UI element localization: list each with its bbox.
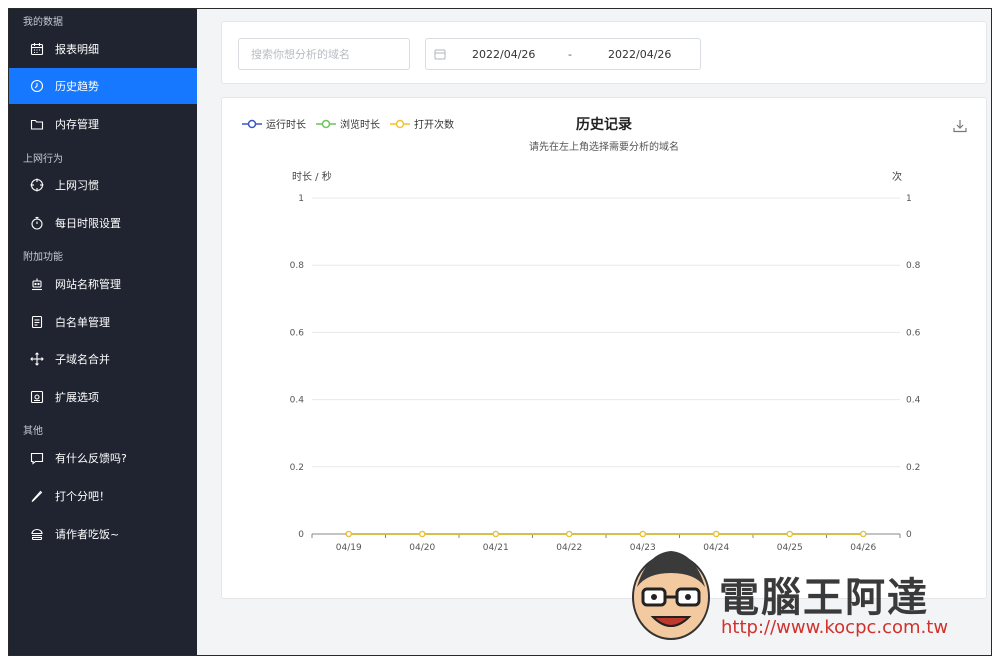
sidebar-item-label: 子域名合并 <box>55 353 110 366</box>
y-tick-label-right: 1 <box>906 194 912 204</box>
burger-icon <box>29 526 45 542</box>
y-tick-label-left: 0.4 <box>290 396 305 406</box>
stopwatch-icon <box>29 215 45 231</box>
data-point <box>566 530 573 538</box>
sidebar-item-label: 历史趋势 <box>55 80 99 93</box>
data-point <box>639 530 646 538</box>
sidebar-item-label: 上网习惯 <box>55 179 99 192</box>
sidebar-item-donate[interactable]: 请作者吃饭~ <box>9 516 197 552</box>
sidebar-item-history-trend[interactable]: 历史趋势 <box>9 68 197 104</box>
date-start[interactable]: 2022/04/26 <box>472 48 542 61</box>
data-point <box>860 530 867 538</box>
main-content: 2022/04/26 - 2022/04/26 运行时长 浏览时长 打开次数 <box>197 9 991 655</box>
sidebar-group-browsing: 上网行为 <box>23 154 63 165</box>
sidebar-item-label: 报表明细 <box>55 43 99 56</box>
y-tick-label-right: 0.6 <box>906 328 921 338</box>
sidebar-item-whitelist[interactable]: 白名单管理 <box>9 304 197 340</box>
sidebar-item-site-name-management[interactable]: 网站名称管理 <box>9 266 197 302</box>
folder-icon <box>29 116 45 132</box>
y-tick-label-left: 0.6 <box>290 328 305 338</box>
comment-icon <box>29 450 45 466</box>
y-tick-label-left: 0.8 <box>290 261 305 271</box>
target-icon <box>29 177 45 193</box>
date-separator: - <box>568 47 572 61</box>
sidebar: 我的数据 报表明细 历史趋势 内存管理 上网行为 上网习惯 每日时限设置 附加功… <box>9 9 197 655</box>
x-tick-label: 04/21 <box>483 543 509 553</box>
sidebar-item-rate[interactable]: 打个分吧！ <box>9 478 197 514</box>
watermark-title: 電腦王阿達 <box>719 575 929 621</box>
x-tick-label: 04/20 <box>409 543 435 553</box>
sidebar-item-label: 打个分吧！ <box>55 490 110 503</box>
data-point <box>492 530 499 538</box>
sidebar-item-subdomain-merge[interactable]: 子域名合并 <box>9 341 197 377</box>
sidebar-item-label: 请作者吃饭~ <box>55 528 120 541</box>
watermark-url: http://www.kocpc.com.tw <box>721 617 949 638</box>
sidebar-group-other: 其他 <box>23 426 43 437</box>
move-icon <box>29 351 45 367</box>
app-window: 我的数据 报表明细 历史趋势 内存管理 上网行为 上网习惯 每日时限设置 附加功… <box>8 8 992 656</box>
robot-icon <box>29 276 45 292</box>
y-tick-label-left: 0.2 <box>290 463 304 473</box>
sidebar-group-my-data: 我的数据 <box>23 17 63 28</box>
x-tick-label: 04/19 <box>336 543 362 553</box>
sidebar-item-feedback[interactable]: 有什么反馈吗? <box>9 440 197 476</box>
sidebar-item-extension-options[interactable]: 扩展选项 <box>9 379 197 415</box>
data-point <box>419 530 426 538</box>
sidebar-item-label: 网站名称管理 <box>55 278 121 291</box>
settings-box-icon <box>29 389 45 405</box>
sidebar-item-browsing-habits[interactable]: 上网习惯 <box>9 167 197 203</box>
y-tick-label-right: 0 <box>906 530 912 540</box>
sidebar-item-daily-limit[interactable]: 每日时限设置 <box>9 205 197 241</box>
watermark: 電腦王阿達 http://www.kocpc.com.tw <box>627 547 967 647</box>
sidebar-item-label: 每日时限设置 <box>55 217 121 230</box>
sidebar-item-label: 白名单管理 <box>55 316 110 329</box>
clock-icon <box>29 78 45 94</box>
y-tick-label-left: 0 <box>298 530 304 540</box>
sidebar-item-report-details[interactable]: 报表明细 <box>9 31 197 67</box>
calendar-icon <box>29 41 45 57</box>
y-tick-label-right: 0.8 <box>906 261 921 271</box>
data-point <box>713 530 720 538</box>
x-tick-label: 04/22 <box>556 543 582 553</box>
y-tick-label-right: 0.2 <box>906 463 920 473</box>
y-tick-label-left: 1 <box>298 194 304 204</box>
sidebar-item-memory-management[interactable]: 内存管理 <box>9 106 197 142</box>
sidebar-item-label: 扩展选项 <box>55 391 99 404</box>
domain-search-input[interactable] <box>238 38 410 70</box>
pen-icon <box>29 488 45 504</box>
date-end[interactable]: 2022/04/26 <box>608 48 671 61</box>
file-icon <box>29 314 45 330</box>
history-chart-card: 运行时长 浏览时长 打开次数 历史记录 请先在左上角选择需要分析的域名 时长 /… <box>221 97 987 599</box>
calendar-icon <box>434 48 446 60</box>
sidebar-item-label: 有什么反馈吗? <box>55 452 127 465</box>
sidebar-group-extras: 附加功能 <box>23 252 63 263</box>
chart-plot: 0 0 0.2 0.2 0.4 0.4 0.6 0.6 0.8 0.8 1 1 04/19 04/20 04… <box>290 194 921 553</box>
sidebar-item-label: 内存管理 <box>55 118 99 131</box>
date-range-picker[interactable]: 2022/04/26 - 2022/04/26 <box>425 38 701 70</box>
data-point <box>786 530 793 538</box>
data-point <box>345 530 352 538</box>
y-tick-label-right: 0.4 <box>906 396 921 406</box>
mascot-logo <box>632 551 710 640</box>
filter-bar: 2022/04/26 - 2022/04/26 <box>221 21 987 84</box>
